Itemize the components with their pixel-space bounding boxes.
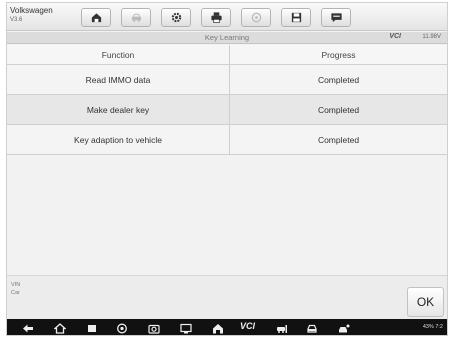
camera-icon bbox=[148, 324, 160, 334]
car-swap-icon bbox=[131, 13, 141, 22]
house-icon bbox=[54, 322, 66, 334]
gear-icon bbox=[171, 12, 181, 23]
table-row[interactable]: Read IMMO data Completed bbox=[7, 65, 447, 95]
print-button[interactable] bbox=[201, 8, 231, 27]
display-icon bbox=[180, 323, 192, 333]
autel-home-button[interactable] bbox=[211, 322, 225, 334]
column-header-function: Function bbox=[7, 45, 230, 64]
recent-apps-icon bbox=[88, 324, 96, 332]
help-button[interactable] bbox=[241, 8, 271, 27]
vehicle-info-area: VIN Car OK bbox=[7, 275, 447, 319]
save-button[interactable] bbox=[281, 8, 311, 27]
ok-button[interactable]: OK bbox=[407, 287, 444, 317]
help-icon bbox=[251, 12, 261, 23]
title-strip: Key Learning VCI 11.98V bbox=[7, 32, 447, 44]
settings-button[interactable] bbox=[161, 8, 191, 27]
car-label: Car bbox=[11, 290, 20, 296]
shortcut-button[interactable] bbox=[275, 322, 289, 334]
progress-cell: Completed bbox=[317, 104, 360, 115]
home-button[interactable] bbox=[81, 8, 111, 27]
back-button[interactable] bbox=[21, 322, 35, 334]
screen-record-button[interactable] bbox=[179, 322, 193, 334]
top-toolbar: Volkswagen V3.6 bbox=[7, 3, 447, 31]
table-row[interactable]: Make dealer key Completed bbox=[7, 95, 447, 125]
data-logging-button[interactable] bbox=[321, 8, 351, 27]
progress-cell: Completed bbox=[317, 74, 360, 85]
vci-nav-button[interactable]: VCI bbox=[240, 321, 255, 331]
progress-cell: Completed bbox=[317, 134, 360, 145]
vehicle-button[interactable] bbox=[305, 322, 319, 334]
app-screen: Volkswagen V3.6 Key Learning VCI 11.98V bbox=[6, 2, 448, 336]
home-nav-button[interactable] bbox=[53, 322, 67, 334]
vci-indicator: VCI bbox=[389, 33, 401, 40]
table-row[interactable]: Key adaption to vehicle Completed bbox=[7, 125, 447, 155]
browser-icon bbox=[117, 323, 127, 333]
camera-button[interactable] bbox=[147, 322, 161, 334]
car-icon bbox=[307, 324, 317, 333]
column-header-progress: Progress bbox=[321, 49, 356, 60]
key-learning-table: Function Progress Read IMMO data Complet… bbox=[7, 45, 447, 155]
vehicle-version: V3.6 bbox=[10, 17, 23, 23]
vehicle-swap-button[interactable] bbox=[121, 8, 151, 27]
service-button[interactable] bbox=[337, 322, 351, 334]
page-title: Key Learning bbox=[204, 33, 250, 42]
battery-voltage: 11.98V bbox=[422, 34, 441, 40]
car-service-icon bbox=[339, 324, 350, 332]
table-header: Function Progress bbox=[7, 45, 447, 65]
home-icon bbox=[91, 13, 101, 23]
save-icon bbox=[291, 12, 301, 23]
car-wrench-icon bbox=[277, 324, 287, 333]
function-cell: Key adaption to vehicle bbox=[7, 125, 230, 154]
vehicle-name: Volkswagen bbox=[10, 6, 53, 15]
printer-icon bbox=[210, 12, 222, 23]
chat-icon bbox=[330, 13, 342, 23]
back-arrow-icon bbox=[23, 324, 33, 332]
android-nav-bar: VCI 43% 7:2 bbox=[7, 319, 447, 335]
recent-apps-button[interactable] bbox=[85, 322, 99, 334]
vin-label: VIN bbox=[11, 282, 21, 288]
system-status: 43% 7:2 bbox=[422, 324, 443, 330]
function-cell: Make dealer key bbox=[7, 95, 230, 124]
browser-button[interactable] bbox=[115, 322, 129, 334]
function-cell: Read IMMO data bbox=[7, 65, 230, 94]
home-icon bbox=[213, 323, 223, 333]
